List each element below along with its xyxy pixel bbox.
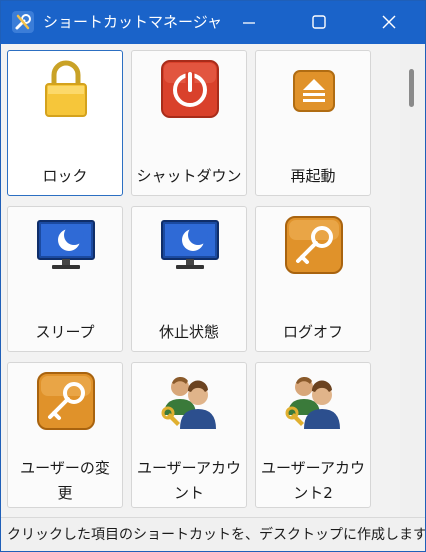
tile-label-line1: ユーザーアカウ <box>260 459 366 477</box>
tile-label-line1: ユーザーアカウ <box>136 459 242 477</box>
power-icon <box>161 60 219 118</box>
status-text: クリックした項目のショートカットを、デスクトップに作成します <box>7 527 426 543</box>
maximize-icon <box>312 15 326 29</box>
tools-app-icon <box>12 11 34 33</box>
tile-change-user[interactable]: ユーザーの変 更 <box>7 362 123 508</box>
tile-label: スリープ <box>35 323 95 341</box>
maximize-button[interactable] <box>295 1 343 44</box>
tile-label-line2: ント <box>173 484 204 502</box>
tile-sleep[interactable]: スリープ <box>7 206 123 352</box>
window-title: ショートカットマネージャ... <box>43 13 223 31</box>
restart-icon <box>293 70 335 112</box>
key-icon <box>285 216 343 274</box>
tile-user-accounts[interactable]: ユーザーアカウ ント <box>131 362 247 508</box>
minimize-icon <box>243 22 255 24</box>
tile-lock[interactable]: ロック <box>7 50 123 196</box>
tile-label: ログオフ <box>282 323 343 341</box>
shortcut-grid: ロック シャットダウン 再起動 スリープ 休止状態 ログオフ ユーザーの変 更 … <box>1 44 425 517</box>
tile-label: シャットダウン <box>136 167 242 185</box>
tile-user-accounts-2[interactable]: ユーザーアカウ ント2 <box>255 362 371 508</box>
users-icon <box>285 376 340 429</box>
lock-icon <box>45 60 87 117</box>
title-bar[interactable]: ショートカットマネージャ... <box>1 1 425 44</box>
tile-restart[interactable]: 再起動 <box>255 50 371 196</box>
close-button[interactable] <box>365 1 413 44</box>
monitor-moon-icon <box>37 220 95 269</box>
tile-label-line1: ユーザーの変 <box>20 459 110 477</box>
status-bar: クリックした項目のショートカットを、デスクトップに作成します <box>1 517 426 551</box>
tile-hibernate[interactable]: 休止状態 <box>131 206 247 352</box>
scrollbar-thumb[interactable] <box>409 69 414 107</box>
close-icon <box>382 15 396 29</box>
minimize-button[interactable] <box>225 1 273 44</box>
tile-shutdown[interactable]: シャットダウン <box>131 50 247 196</box>
tile-logoff[interactable]: ログオフ <box>255 206 371 352</box>
tile-label-line2: 更 <box>57 484 73 502</box>
tile-label: ロック <box>42 167 88 185</box>
vertical-scrollbar[interactable] <box>400 44 425 517</box>
tile-label-line2: ント2 <box>293 484 333 502</box>
monitor-moon-icon <box>161 220 219 269</box>
key-icon <box>37 372 95 430</box>
tile-label: 再起動 <box>290 167 336 185</box>
tile-label: 休止状態 <box>158 323 219 341</box>
users-icon <box>161 376 216 429</box>
app-window: ショートカットマネージャ... ロック シャットダウン 再起動 スリープ 休止状… <box>0 0 426 552</box>
